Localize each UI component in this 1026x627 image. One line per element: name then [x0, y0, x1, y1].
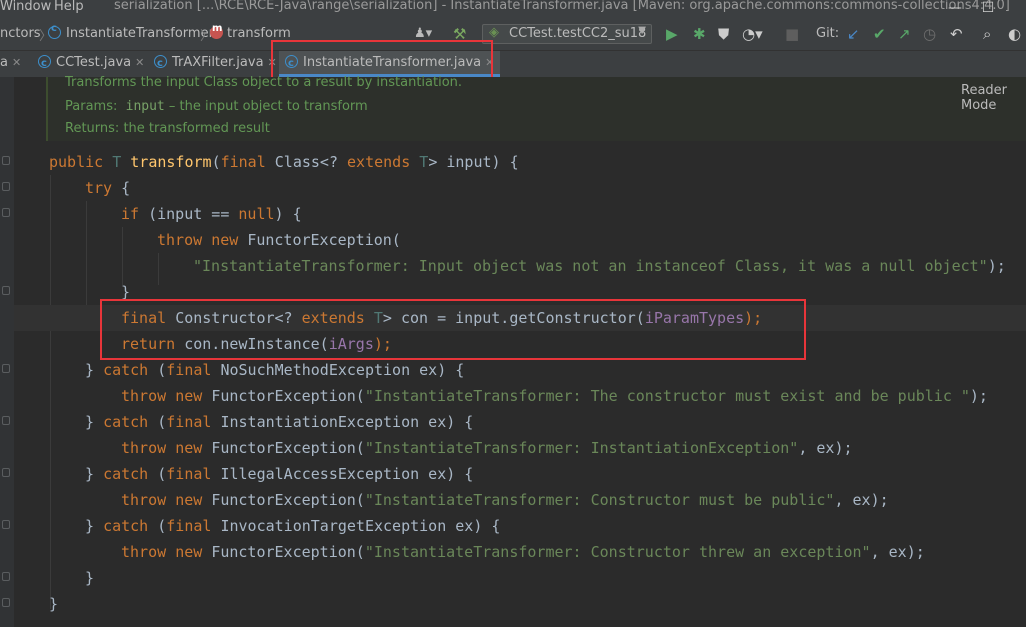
code-line-throw-instantiation: throw new FunctorException("InstantiateT…	[121, 439, 853, 457]
navigation-bar: nctors 〉 InstantiateTransformer 〉 transf…	[0, 19, 1026, 51]
reader-mode-toggle[interactable]: Reader Mode	[961, 83, 1026, 113]
run-icon[interactable]: ▶	[666, 25, 678, 43]
doc-params: Params: input – the input object to tran…	[65, 99, 368, 114]
run-config-icon: ◈	[489, 25, 499, 40]
code-line-close-method: }	[49, 595, 59, 613]
history-icon[interactable]: ◷	[923, 25, 936, 43]
chevron-down-icon: ▼	[638, 25, 646, 36]
menu-window[interactable]: Window	[0, 0, 51, 14]
class-icon	[38, 52, 51, 76]
code-line-throw: throw new FunctorException(	[157, 231, 401, 249]
debug-icon[interactable]: ✱	[693, 25, 706, 43]
code-line-close-try: }	[85, 569, 95, 587]
breadcrumb-class[interactable]: InstantiateTransformer	[48, 23, 214, 41]
highlight-box-code	[100, 299, 806, 360]
code-line-catch-invocationtarget: } catch (final InvocationTargetException…	[85, 517, 501, 535]
stop-icon[interactable]: ■	[785, 25, 799, 43]
git-update-icon[interactable]: ↙	[847, 25, 860, 43]
code-line-catch-nosuchmethod: } catch (final NoSuchMethodException ex)…	[85, 361, 465, 379]
coverage-icon[interactable]: ⛊	[718, 25, 729, 43]
profile-icon[interactable]: ◔▾	[742, 25, 763, 43]
tab-traxfilter[interactable]: TrAXFilter.java✕	[148, 51, 283, 77]
code-line-throw-invocationtarget: throw new FunctorException("InstantiateT…	[121, 543, 925, 561]
maximize-button[interactable]: ☐	[973, 0, 1003, 19]
code-line-catch-illegalaccess: } catch (final IllegalAccessException ex…	[85, 465, 474, 483]
breadcrumb-method[interactable]: transform	[210, 23, 291, 41]
class-icon	[154, 52, 167, 76]
class-icon	[48, 23, 61, 39]
code-line-if-null: if (input == null) {	[121, 205, 302, 223]
code-line-null-message: "InstantiateTransformer: Input object wa…	[193, 257, 1006, 275]
window-title: serialization [...\RCE\RCE-Java\range\se…	[114, 0, 1010, 13]
doc-returns: Returns: the transformed result	[65, 121, 270, 136]
run-configuration-select[interactable]: ◈ CCTest.testCC2_su18 ▼	[482, 24, 652, 44]
git-push-icon[interactable]: ↗	[898, 25, 911, 43]
code-line-catch-instantiation: } catch (final InstantiationException ex…	[85, 413, 474, 431]
title-bar: Window Help serialization [...\RCE\RCE-J…	[0, 0, 1026, 19]
minimize-button[interactable]: —	[940, 0, 970, 19]
code-line-throw-illegalaccess: throw new FunctorException("InstantiateT…	[121, 491, 889, 509]
ide-icon[interactable]: ◐	[1008, 25, 1021, 43]
breadcrumb-package[interactable]: nctors	[0, 26, 41, 41]
tab-cctest[interactable]: CCTest.java✕	[32, 51, 150, 77]
rollback-icon[interactable]: ↶	[950, 25, 963, 43]
close-icon[interactable]: ✕	[12, 56, 21, 69]
doc-summary: Transforms the input Class object to a r…	[65, 75, 463, 90]
git-label: Git:	[816, 26, 840, 41]
code-line-throw-nosuchmethod: throw new FunctorException("InstantiateT…	[121, 387, 988, 405]
git-commit-icon[interactable]: ✔	[873, 25, 886, 43]
search-icon[interactable]: ⌕	[983, 25, 991, 43]
tab-previous-file[interactable]: a ✕	[0, 51, 27, 77]
javadoc-rendered: Transforms the input Class object to a r…	[46, 75, 1026, 141]
method-icon	[210, 23, 223, 39]
editor-tab-bar: a✕ CCTest.java✕ TrAXFilter.java✕ Instant…	[0, 51, 1026, 78]
code-line-method-signature: public T transform(final Class<? extends…	[49, 153, 519, 171]
menu-help[interactable]: Help	[54, 0, 84, 14]
code-line-try: try {	[85, 179, 131, 197]
close-icon[interactable]: ✕	[135, 56, 144, 69]
